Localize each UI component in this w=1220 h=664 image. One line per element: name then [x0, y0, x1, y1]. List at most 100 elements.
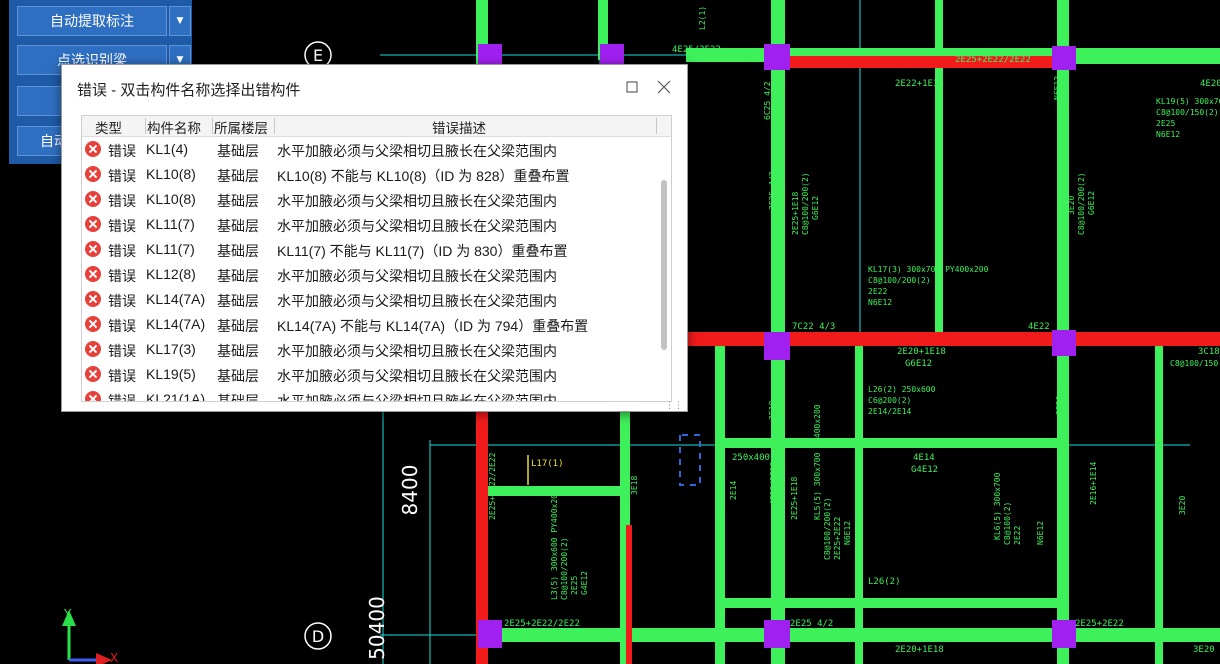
cad-annotation: 2E22 — [1013, 526, 1022, 545]
error-description-cell: 水平加腋必须与父梁相切且腋长在父梁范围内 — [277, 193, 557, 209]
component-name-cell[interactable]: KL11(7) — [146, 216, 195, 232]
component-name-cell[interactable]: KL1(4) — [146, 141, 188, 157]
cad-annotation: G4E12 — [911, 465, 938, 475]
cad-annotation: 3E18 — [630, 476, 639, 495]
floor-cell: 基础层 — [217, 168, 259, 184]
error-description-cell: 水平加腋必须与父梁相切且腋长在父梁范围内 — [277, 343, 557, 359]
floor-cell: 基础层 — [217, 343, 259, 359]
maximize-icon[interactable] — [618, 75, 646, 99]
cad-annotation: 2E25+1E18 — [791, 191, 800, 235]
error-circle-icon — [85, 216, 101, 232]
cad-annotation: KL6(5) 300x700 — [993, 472, 1002, 540]
resize-grip-icon[interactable]: ⋮⋮ — [665, 401, 683, 410]
close-icon[interactable] — [650, 75, 678, 99]
floor-cell: 基础层 — [217, 218, 259, 234]
dimension-8400: 8400 — [398, 465, 422, 516]
cad-annotation: L17(1) — [531, 459, 564, 469]
cad-annotation: 4E25/3E22 — [672, 45, 721, 55]
column-header-type[interactable]: 类型 — [95, 117, 122, 137]
component-name-cell[interactable]: KL12(8) — [146, 266, 196, 282]
component-name-cell[interactable]: KL10(8) — [146, 191, 196, 207]
column-header-floor[interactable]: 所属楼层 — [214, 117, 268, 137]
table-row[interactable]: 错误 KL10(8) 基础层 KL10(8) 不能与 KL10(8)（ID 为 828… — [82, 162, 657, 187]
error-rows: 错误 KL1(4) 基础层 水平加腋必须与父梁相切且腋长在父梁范围内 错误 KL10(8)… — [82, 137, 657, 402]
error-description-cell: KL10(8) 不能与 KL10(8)（ID 为 828）重叠布置 — [277, 168, 570, 184]
table-row[interactable]: 错误 KL11(7) 基础层 KL11(7) 不能与 KL11(7)（ID 为 830… — [82, 237, 657, 262]
cad-annotation: 3E20 — [1178, 496, 1187, 515]
cad-annotation: 6E16 — [1056, 486, 1065, 505]
cad-annotation: 2E14 — [729, 481, 738, 500]
column-header-description[interactable]: 错误描述 — [432, 117, 486, 137]
error-circle-icon — [85, 391, 101, 401]
error-type-cell: 错误 — [108, 193, 136, 209]
table-row[interactable]: 错误 KL11(7) 基础层 水平加腋必须与父梁相切且腋长在父梁范围内 — [82, 212, 657, 237]
table-row[interactable]: 错误 KL10(8) 基础层 水平加腋必须与父梁相切且腋长在父梁范围内 — [82, 187, 657, 212]
cad-annotation: 2E25+2E22/2E22 — [488, 452, 497, 520]
error-description-cell: 水平加腋必须与父梁相切且腋长在父梁范围内 — [277, 293, 557, 309]
cad-annotation: 2E16+1E14 — [1089, 461, 1098, 505]
cad-annotation: 3E20 — [1067, 196, 1076, 215]
cad-annotation: G6E12 — [811, 196, 820, 220]
floor-cell: 基础层 — [217, 318, 259, 334]
floor-cell: 基础层 — [217, 193, 259, 209]
cad-annotation: 2E25 — [570, 576, 579, 595]
auto-extract-annotation-button[interactable]: 自动提取标注 — [17, 6, 167, 36]
error-type-cell: 错误 — [108, 318, 136, 334]
component-name-cell[interactable]: KL19(5) — [146, 366, 196, 382]
cad-annotation: 4E14 — [913, 453, 935, 463]
error-type-cell: 错误 — [108, 143, 136, 159]
floor-cell: 基础层 — [217, 268, 259, 284]
cad-annotation: C8@100/200(2) — [801, 172, 810, 235]
error-circle-icon — [85, 291, 101, 307]
cad-annotation: 6C25 4/2 — [763, 81, 772, 120]
component-name-cell[interactable]: KL11(7) — [146, 241, 195, 257]
floor-cell: 基础层 — [217, 143, 259, 159]
table-row[interactable]: 错误 KL14(7A) 基础层 水平加腋必须与父梁相切且腋长在父梁范围内 — [82, 287, 657, 312]
error-circle-icon — [85, 166, 101, 182]
cad-annotation: N6E12 — [1053, 76, 1062, 100]
ucs-x-label: X — [110, 651, 118, 664]
error-circle-icon — [85, 141, 101, 157]
axis-bubble-d: D — [304, 622, 332, 650]
column-header-name[interactable]: 构件名称 — [147, 117, 201, 137]
table-row[interactable]: 错误 KL14(7A) 基础层 KL14(7A) 不能与 KL14(7A)（ID 为 … — [82, 312, 657, 337]
component-name-cell[interactable]: KL14(7A) — [146, 291, 205, 307]
table-row[interactable]: 错误 KL21(1A) 基础层 水平加腋必须与父梁相切且腋长在父梁范围内 — [82, 387, 657, 402]
axis-label-e: E — [313, 46, 323, 65]
component-name-cell[interactable]: KL10(8) — [146, 166, 196, 182]
cad-annotation: 3E20 — [1055, 396, 1064, 415]
cad-annotation: N6E12 — [868, 298, 892, 307]
scrollbar-thumb[interactable] — [661, 180, 667, 350]
error-description-cell: KL11(7) 不能与 KL11(7)（ID 为 830）重叠布置 — [277, 243, 568, 259]
component-name-cell[interactable]: KL14(7A) — [146, 316, 205, 332]
error-type-cell: 错误 — [108, 168, 136, 184]
error-description-cell: KL14(7A) 不能与 KL14(7A)（ID 为 794）重叠布置 — [277, 318, 589, 334]
error-type-cell: 错误 — [108, 368, 136, 384]
cad-annotation: G4E12 — [580, 571, 589, 595]
cad-annotation: 250x400 — [732, 453, 770, 463]
vertical-scrollbar[interactable] — [658, 138, 670, 400]
error-type-cell: 错误 — [108, 218, 136, 234]
error-dialog: 错误 - 双击构件名称选择出错构件 类型 构件名称 所属楼层 错误描述 错误 KL… — [61, 64, 688, 412]
dimension-50400: 50400 — [365, 596, 389, 660]
floor-cell: 基础层 — [217, 393, 259, 402]
error-description-cell: 水平加腋必须与父梁相切且腋长在父梁范围内 — [277, 368, 557, 384]
floor-cell: 基础层 — [217, 243, 259, 259]
table-row[interactable]: 错误 KL12(8) 基础层 水平加腋必须与父梁相切且腋长在父梁范围内 — [82, 262, 657, 287]
component-name-cell[interactable]: KL17(3) — [146, 341, 196, 357]
cad-annotation: L26(2) 250x600 — [868, 385, 936, 394]
cad-annotation: 2E22+1E18 — [895, 79, 944, 89]
cad-annotation: 7C22 4/3 — [792, 322, 835, 332]
cad-annotation: C8@100/200(2) — [868, 276, 931, 285]
error-description-cell: 水平加腋必须与父梁相切且腋长在父梁范围内 — [277, 143, 557, 159]
dialog-title: 错误 - 双击构件名称选择出错构件 — [77, 82, 301, 99]
error-description-cell: 水平加腋必须与父梁相切且腋长在父梁范围内 — [277, 218, 557, 234]
cad-annotation: C8@100/150(2) — [1156, 108, 1219, 117]
error-circle-icon — [85, 316, 101, 332]
table-row[interactable]: 错误 KL1(4) 基础层 水平加腋必须与父梁相切且腋长在父梁范围内 — [82, 137, 657, 162]
table-row[interactable]: 错误 KL17(3) 基础层 水平加腋必须与父梁相切且腋长在父梁范围内 — [82, 337, 657, 362]
table-row[interactable]: 错误 KL19(5) 基础层 水平加腋必须与父梁相切且腋长在父梁范围内 — [82, 362, 657, 387]
cad-annotation: 2E25+2E22 — [1075, 619, 1124, 629]
component-name-cell[interactable]: KL21(1A) — [146, 391, 205, 401]
caret-down-icon[interactable]: ▼ — [169, 6, 191, 36]
